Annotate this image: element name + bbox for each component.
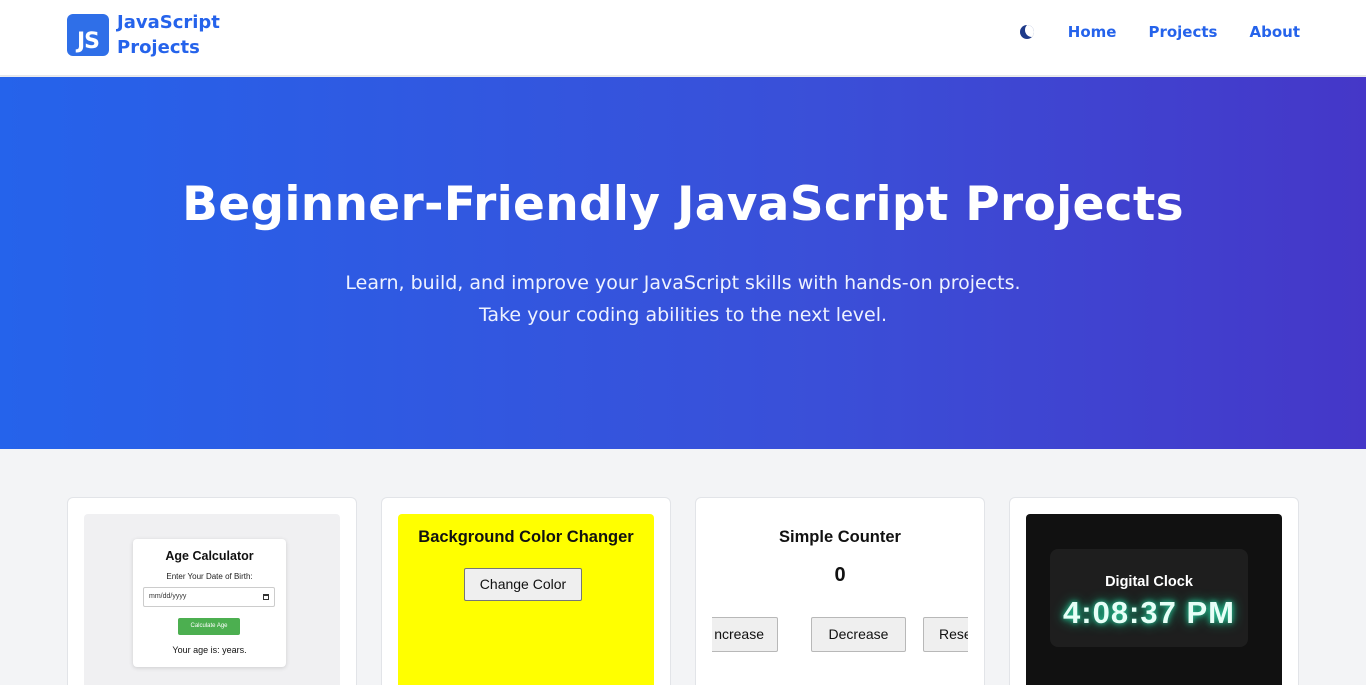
decrease-button[interactable]: Decrease xyxy=(811,617,906,652)
age-calculator-title: Age Calculator xyxy=(165,549,254,563)
logo-line-2: Projects xyxy=(117,37,200,58)
card-preview: Background Color Changer Change Color xyxy=(398,514,654,685)
clock-time: 4:08:37 PM xyxy=(1063,595,1235,630)
site-header: JS JavaScript Projects Home Projects Abo… xyxy=(0,0,1366,76)
change-color-button[interactable]: Change Color xyxy=(464,568,582,601)
logo-text: JavaScript Projects xyxy=(117,10,220,60)
age-calculator-panel: Age Calculator Enter Your Date of Birth:… xyxy=(133,539,286,667)
card-preview: Simple Counter 0 ncrease Decrease Reset xyxy=(712,514,968,685)
clock-panel: Digital Clock 4:08:37 PM xyxy=(1050,549,1248,647)
hero-title: Beginner-Friendly JavaScript Projects xyxy=(182,177,1184,232)
nav-home-link[interactable]: Home xyxy=(1068,23,1117,41)
increase-button[interactable]: ncrease xyxy=(712,617,778,652)
dob-placeholder: mm/dd/yyyy xyxy=(149,593,187,600)
site-logo[interactable]: JS JavaScript Projects xyxy=(67,10,220,60)
calendar-icon[interactable] xyxy=(263,594,269,600)
calculate-age-button[interactable]: Calculate Age xyxy=(178,618,240,635)
clock-title: Digital Clock xyxy=(1105,574,1193,590)
counter-title: Simple Counter xyxy=(779,528,901,546)
js-logo-icon: JS xyxy=(67,14,109,56)
main-nav: Home Projects About xyxy=(1019,20,1300,44)
project-card-digital-clock[interactable]: Digital Clock 4:08:37 PM xyxy=(1009,497,1299,685)
hero-section: Beginner-Friendly JavaScript Projects Le… xyxy=(0,77,1366,449)
project-card-color-changer[interactable]: Background Color Changer Change Color xyxy=(381,497,671,685)
moon-icon[interactable] xyxy=(1019,25,1034,39)
nav-projects-link[interactable]: Projects xyxy=(1148,23,1217,41)
project-card-age-calculator[interactable]: Age Calculator Enter Your Date of Birth:… xyxy=(67,497,357,685)
card-preview: Age Calculator Enter Your Date of Birth:… xyxy=(84,514,340,685)
nav-about-link[interactable]: About xyxy=(1249,23,1300,41)
logo-line-1: JavaScript xyxy=(117,12,220,33)
age-result: Your age is: years. xyxy=(172,645,247,655)
counter-value: 0 xyxy=(834,564,846,586)
dob-input[interactable]: mm/dd/yyyy xyxy=(143,587,275,607)
card-preview: Digital Clock 4:08:37 PM xyxy=(1026,514,1282,685)
hero-subtitle: Learn, build, and improve your JavaScrip… xyxy=(345,272,1021,326)
project-card-simple-counter[interactable]: Simple Counter 0 ncrease Decrease Reset xyxy=(695,497,985,685)
color-changer-title: Background Color Changer xyxy=(418,528,634,546)
reset-button[interactable]: Reset xyxy=(923,617,968,652)
dob-label: Enter Your Date of Birth: xyxy=(166,572,253,581)
